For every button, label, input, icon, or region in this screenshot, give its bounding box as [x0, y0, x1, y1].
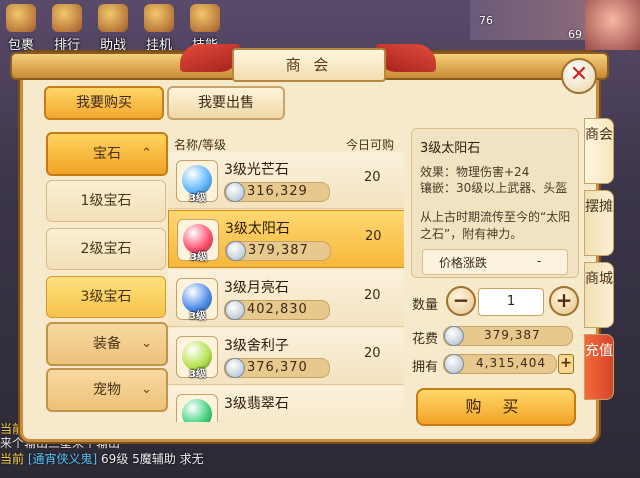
gem-icon: 3级	[176, 278, 218, 322]
item-price: 402,830	[224, 300, 330, 320]
detail-title: 3级太阳石	[420, 141, 481, 156]
hud-badge-a: 76	[479, 14, 493, 27]
item-count: 20	[364, 288, 381, 303]
minus-icon: −	[452, 288, 470, 312]
category-pet[interactable]: 宠物 ⌄	[46, 368, 168, 412]
list-item[interactable]: 3级 3级月亮石 402,830 20	[168, 270, 404, 327]
buy-button[interactable]: 购 买	[416, 388, 576, 426]
category-gem-lv2[interactable]: 2级宝石	[46, 228, 166, 270]
add-silver-button[interactable]: +	[558, 354, 574, 374]
item-price: 376,370	[224, 358, 330, 378]
silver-coin-icon	[444, 326, 464, 346]
quantity-plus-button[interactable]: +	[549, 286, 579, 316]
detail-effect: 效果：物理伤害+24	[420, 165, 530, 179]
item-detail: 3级太阳石 效果：物理伤害+24 镶嵌：30级以上武器、头盔 从上古时期流传至今…	[411, 128, 579, 278]
chevron-up-icon: ⌃	[141, 146, 152, 161]
item-name: 3级月亮石	[224, 280, 289, 296]
side-tab-stall[interactable]: 摆摊	[584, 190, 614, 256]
detail-description: 从上古时期流传至今的“太阳之石”，附有神力。	[420, 210, 571, 241]
rank-icon	[52, 4, 82, 32]
silver-coin-icon	[225, 182, 245, 202]
price-trend-button[interactable]: 价格涨跌 -	[422, 249, 568, 275]
ribbon-left	[180, 44, 240, 72]
category-gem[interactable]: 宝石 ⌃	[46, 132, 168, 176]
assist-icon	[98, 4, 128, 32]
gem-icon	[176, 394, 218, 422]
category-equipment[interactable]: 装备 ⌄	[46, 322, 168, 366]
item-name: 3级太阳石	[225, 221, 290, 237]
quantity-label: 数量	[412, 298, 439, 313]
cost-value: 379,387	[443, 326, 573, 346]
item-name: 3级翡翠石	[224, 396, 289, 412]
item-list[interactable]: 3级 3级光芒石 316,329 20 3级 3级太阳石 379,387 20 …	[168, 152, 404, 422]
chevron-down-icon: ⌄	[141, 382, 152, 397]
window-title: 商 会	[232, 48, 386, 82]
item-name: 3级舍利子	[224, 338, 289, 354]
detail-inlay: 镶嵌：30级以上武器、头盔	[420, 181, 568, 195]
category-gem-lv3[interactable]: 3级宝石	[46, 276, 166, 318]
list-item[interactable]: 3级 3级光芒石 316,329 20	[168, 152, 404, 209]
silver-coin-icon	[225, 358, 245, 378]
owned-label: 拥有	[412, 360, 439, 375]
item-name: 3级光芒石	[224, 162, 289, 178]
side-tab-shop[interactable]: 商会	[584, 118, 614, 184]
cost-label: 花费	[412, 332, 439, 347]
list-item[interactable]: 3级翡翠石	[168, 386, 404, 422]
chevron-down-icon: ⌄	[141, 336, 152, 351]
plus-icon: +	[560, 355, 572, 371]
side-tab-mall[interactable]: 商城	[584, 262, 614, 328]
idle-icon	[144, 4, 174, 32]
gem-icon: 3级	[177, 219, 219, 263]
list-item-selected[interactable]: 3级 3级太阳石 379,387 20	[168, 210, 404, 268]
close-button[interactable]: ✕	[561, 58, 597, 94]
tab-buy[interactable]: 我要购买	[44, 86, 164, 120]
column-name: 名称/等级	[174, 138, 227, 152]
column-count: 今日可购	[346, 138, 395, 152]
silver-coin-icon	[444, 354, 464, 374]
item-count: 20	[364, 170, 381, 185]
category-gem-lv1[interactable]: 1级宝石	[46, 180, 166, 222]
quantity-minus-button[interactable]: −	[446, 286, 476, 316]
skill-icon	[190, 4, 220, 32]
gem-icon: 3级	[176, 160, 218, 204]
silver-coin-icon	[225, 300, 245, 320]
tab-sell[interactable]: 我要出售	[167, 86, 285, 120]
quantity-input[interactable]: 1	[478, 288, 544, 316]
silver-coin-icon	[226, 241, 246, 261]
owned-value: 4,315,404	[443, 354, 557, 374]
item-count: 20	[365, 229, 382, 244]
chat-line-3: 当前 [通宵侠义鬼] 69级 5魔辅助 求无	[0, 452, 204, 466]
plus-icon: +	[555, 288, 573, 312]
bag-icon	[6, 4, 36, 32]
side-tab-recharge[interactable]: 充值	[584, 334, 614, 400]
item-count: 20	[364, 346, 381, 361]
item-price: 379,387	[225, 241, 331, 261]
close-icon: ✕	[569, 62, 589, 87]
gem-icon: 3级	[176, 336, 218, 380]
list-item[interactable]: 3级 3级舍利子 376,370 20	[168, 328, 404, 385]
item-price: 316,329	[224, 182, 330, 202]
